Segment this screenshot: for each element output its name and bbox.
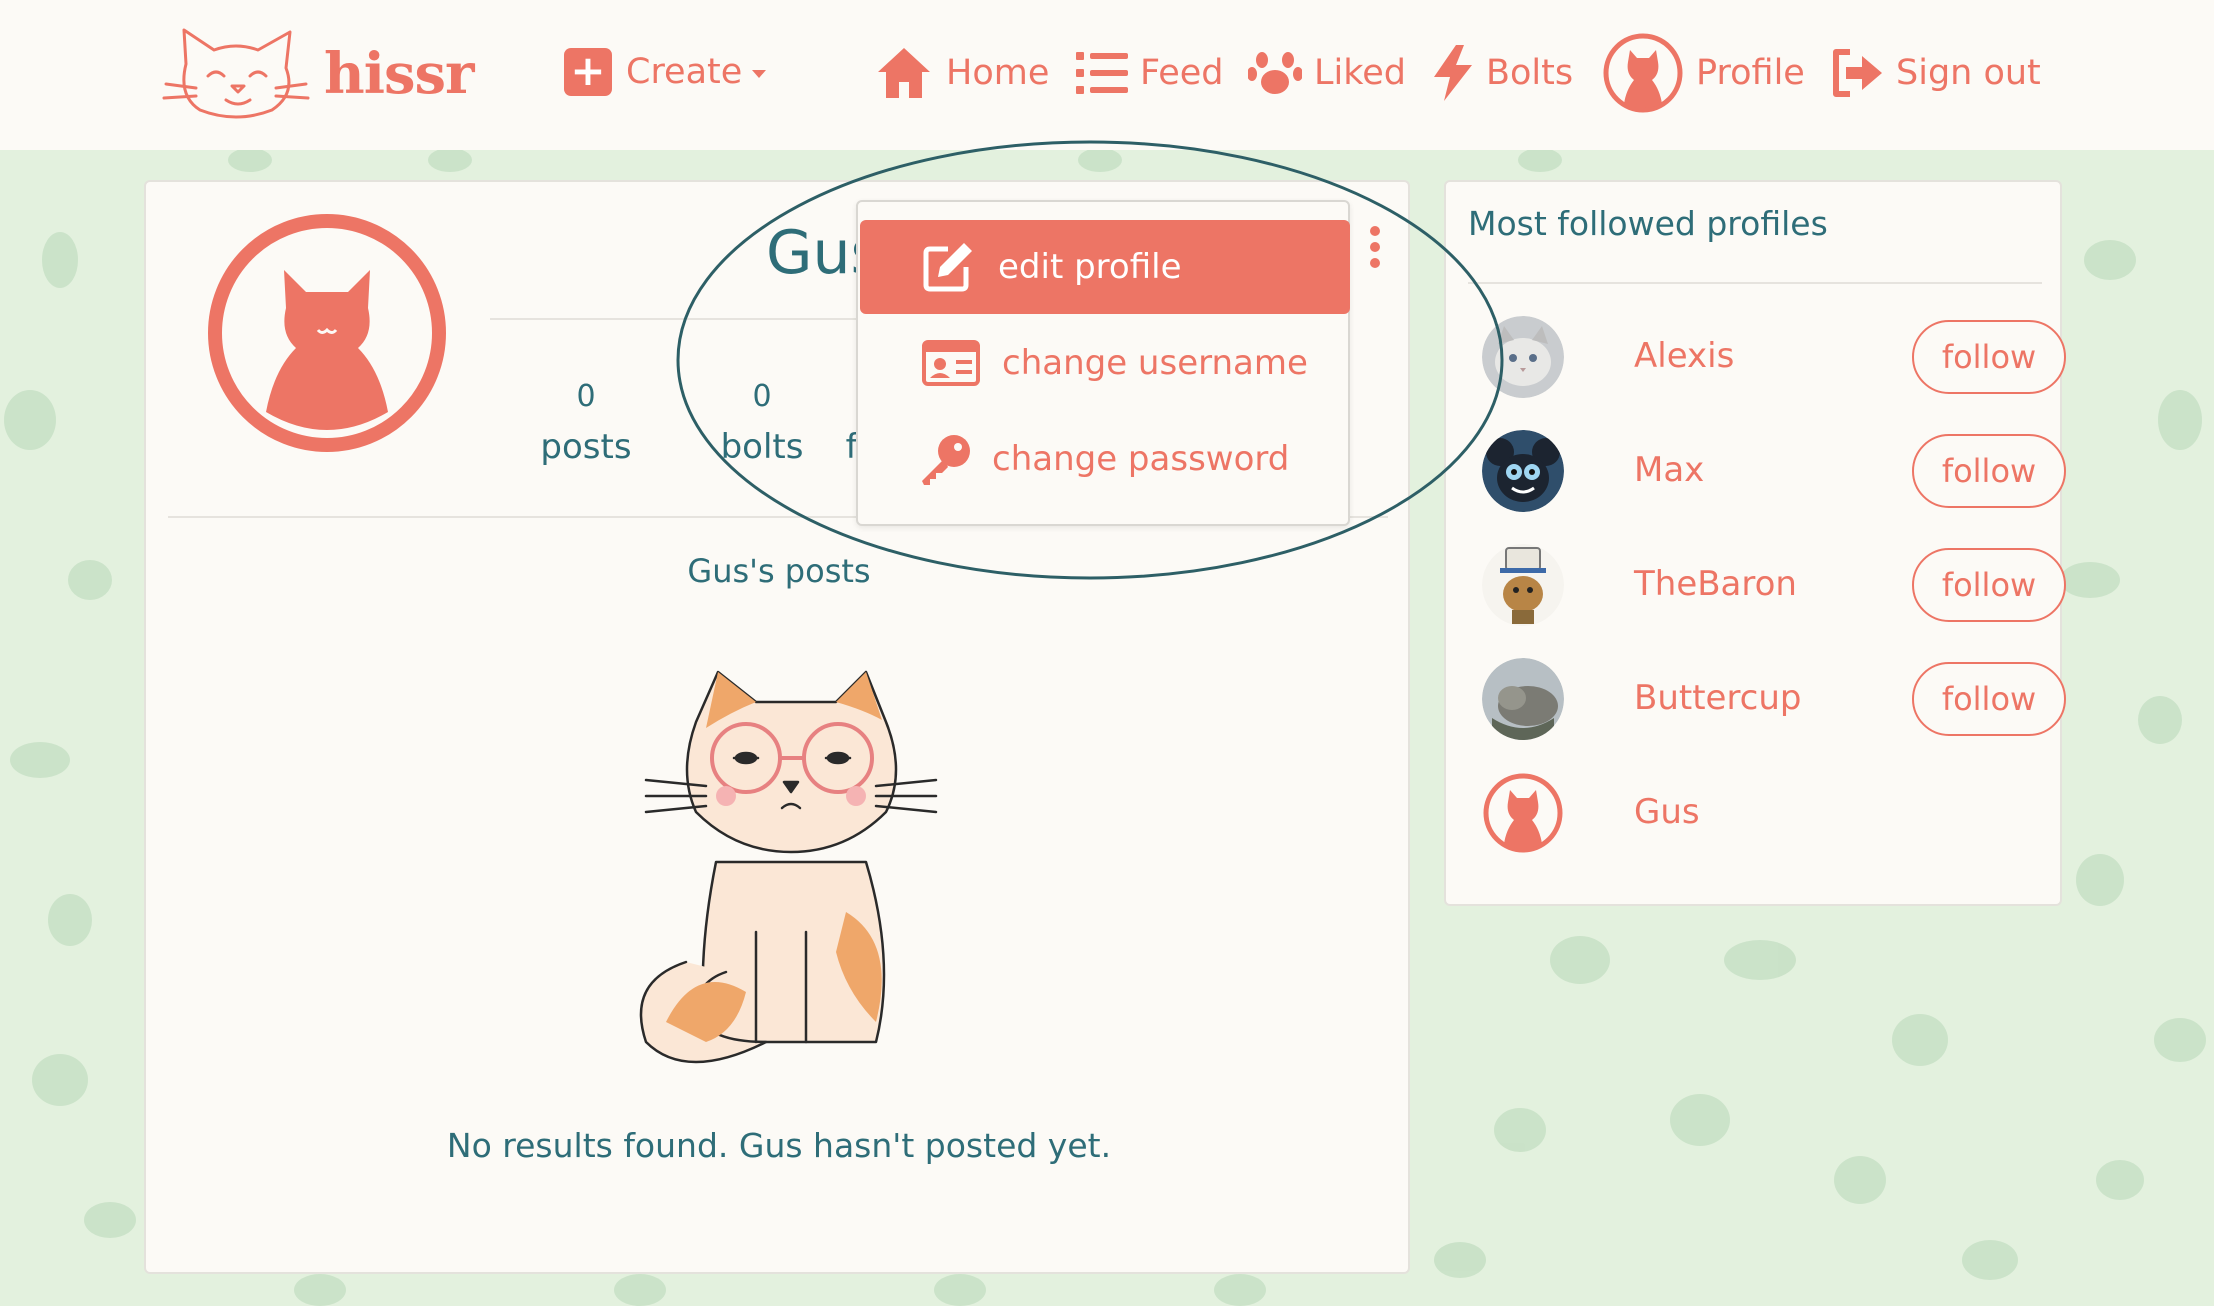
paw-icon — [1248, 52, 1302, 94]
edit-icon — [923, 243, 972, 292]
empty-state-message: No results found. Gus hasn't posted yet. — [446, 1126, 1112, 1165]
follow-button[interactable]: follow — [1912, 320, 2066, 394]
sign-out-icon — [1833, 49, 1882, 97]
avatar[interactable] — [1482, 544, 1564, 626]
nav-bolts[interactable]: Bolts — [1432, 38, 1573, 108]
menu-item-label: change username — [1002, 343, 1308, 383]
dot-icon — [1370, 242, 1380, 252]
profile-avatar-icon — [1603, 33, 1683, 113]
sidebar-profile-name[interactable]: Alexis — [1634, 336, 1734, 376]
follow-button[interactable]: follow — [1912, 548, 2066, 622]
brand-name: hissr — [324, 41, 475, 107]
menu-item-label: change password — [992, 439, 1290, 479]
nav-sign-out[interactable]: Sign out — [1830, 38, 2041, 108]
profile-options-menu: edit profile change username change pass… — [856, 200, 1350, 526]
menu-item-edit-profile[interactable]: edit profile — [860, 220, 1350, 314]
avatar[interactable] — [1482, 316, 1564, 398]
create-label: Create — [626, 52, 743, 92]
avatar[interactable] — [1482, 430, 1564, 512]
avatar[interactable] — [1482, 658, 1564, 740]
list-icon — [1076, 52, 1128, 94]
sidebar-profile-row: Gus — [1482, 768, 2042, 858]
top-navbar: hissr + Create Home Feed Liked Bolts Pro… — [0, 0, 2214, 150]
profile-avatar — [208, 214, 446, 452]
sidebar-profile-name[interactable]: TheBaron — [1634, 564, 1797, 604]
stat-posts-label: posts — [540, 427, 632, 467]
sidebar-profile-name[interactable]: Gus — [1634, 792, 1700, 832]
stat-bolts-label: bolts — [720, 427, 804, 467]
create-dropdown-toggle[interactable]: + Create — [564, 44, 767, 100]
nav-sign-out-label: Sign out — [1896, 53, 2041, 93]
plus-square-icon: + — [564, 48, 612, 96]
dot-icon — [1370, 258, 1380, 268]
nav-liked[interactable]: Liked — [1248, 38, 1406, 108]
nav-profile[interactable]: Profile — [1602, 33, 1805, 113]
follow-button[interactable]: follow — [1912, 434, 2066, 508]
sidebar-profile-row: TheBaron follow — [1482, 540, 2066, 630]
avatar[interactable] — [1482, 772, 1564, 854]
nav-feed[interactable]: Feed — [1076, 38, 1224, 108]
nav-home-label: Home — [946, 53, 1050, 93]
dot-icon — [1370, 226, 1380, 236]
nav-liked-label: Liked — [1314, 53, 1406, 93]
menu-item-change-username[interactable]: change username — [862, 316, 1352, 410]
stat-bolts-count: 0 — [752, 379, 772, 414]
posts-heading: Gus's posts — [687, 552, 871, 590]
grumpy-cat-illustration — [639, 670, 938, 1064]
bolt-icon — [1434, 45, 1472, 101]
nav-home[interactable]: Home — [874, 38, 1049, 108]
sidebar-profile-name[interactable]: Buttercup — [1634, 678, 1802, 718]
home-icon — [878, 48, 930, 98]
kebab-menu-button[interactable] — [1360, 222, 1390, 282]
stat-posts: 0 posts — [526, 372, 646, 472]
sidebar-profile-row: Alexis follow — [1482, 312, 2066, 402]
nav-profile-label: Profile — [1696, 53, 1805, 93]
nav-feed-label: Feed — [1140, 53, 1224, 93]
brand-link[interactable]: hissr — [156, 24, 475, 124]
sidebar-divider — [1468, 282, 2042, 284]
id-card-icon — [922, 340, 980, 386]
follow-button[interactable]: follow — [1912, 662, 2066, 736]
sidebar-profile-name[interactable]: Max — [1634, 450, 1704, 490]
key-icon — [922, 435, 970, 485]
sidebar-profile-row: Max follow — [1482, 426, 2066, 516]
sidebar-profile-row: Buttercup follow — [1482, 654, 2066, 744]
menu-item-label: edit profile — [998, 247, 1182, 287]
stat-bolts: 0 bolts — [702, 372, 822, 472]
menu-item-change-password[interactable]: change password — [862, 412, 1352, 506]
cat-logo-icon — [162, 28, 310, 119]
most-followed-card: Most followed profiles Alexis follow Max… — [1444, 180, 2066, 906]
caret-down-icon — [752, 70, 767, 78]
sidebar-title: Most followed profiles — [1468, 204, 1828, 243]
nav-bolts-label: Bolts — [1486, 53, 1574, 93]
stat-posts-count: 0 — [576, 379, 596, 414]
